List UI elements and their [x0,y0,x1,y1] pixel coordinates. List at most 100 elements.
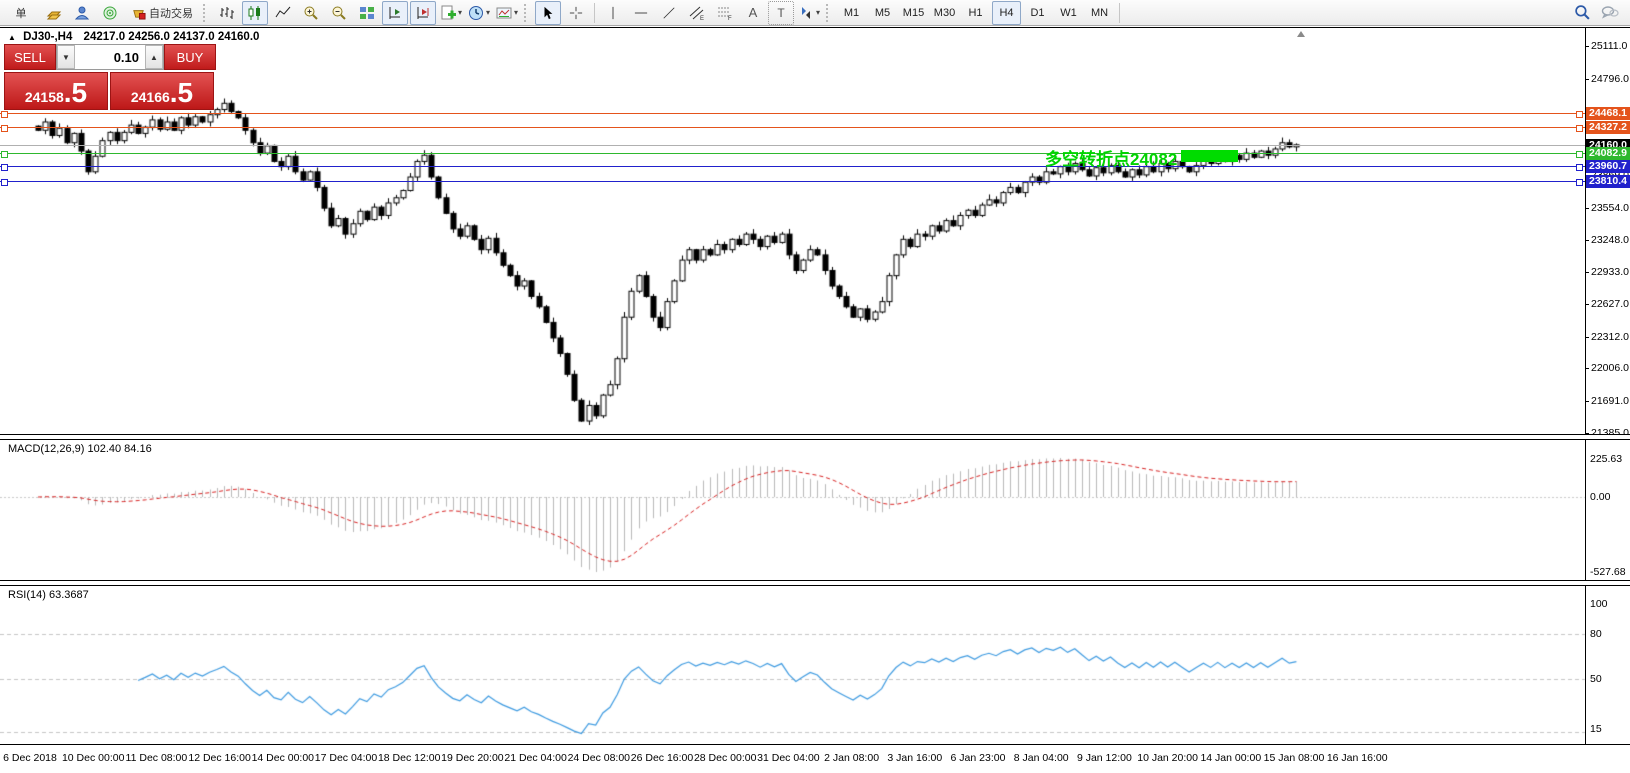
timeframe-w1[interactable]: W1 [1054,1,1083,25]
toolbar-drag-handle[interactable] [826,4,833,22]
candlestick-chart-button[interactable] [242,1,268,25]
search-button[interactable] [1569,1,1595,25]
signals-icon[interactable] [97,1,123,25]
timeframe-h4[interactable]: H4 [992,1,1021,25]
templates-button[interactable]: ▾ [494,1,520,25]
horizontal-line-24327.2[interactable] [0,127,1585,128]
rsi-canvas[interactable] [0,587,1586,744]
toolbar-drag-handle[interactable] [524,4,531,22]
horizontal-line-23810.4[interactable] [0,181,1585,182]
macd-axis-max: 225.63 [1590,453,1622,465]
line-handle-left[interactable] [1,125,8,132]
horizontal-line-tool[interactable] [628,1,654,25]
new-order-button[interactable]: 单 [3,1,39,25]
trendline-tool[interactable] [656,1,682,25]
timeframe-mn[interactable]: MN [1085,1,1114,25]
autotrading-button[interactable]: 自动交易 [125,1,199,25]
text-tool[interactable]: A [740,1,766,25]
price-tick-label: 22006.0 [1591,362,1629,374]
chevron-down-icon: ▾ [514,8,518,17]
community-icon[interactable] [69,1,95,25]
person-icon [74,5,90,21]
line-chart-icon [275,5,291,21]
indicators-button[interactable]: ▾ [438,1,464,25]
buy-button[interactable]: BUY [164,44,216,70]
timeframe-m30[interactable]: M30 [930,1,959,25]
line-handle-left[interactable] [1,179,8,186]
line-handle-right[interactable] [1576,164,1583,171]
price-line-label: 24468.1 [1586,107,1630,120]
candlestick-icon [247,5,263,21]
time-axis-label: 31 Dec 04:00 [757,752,819,764]
auto-scroll-button[interactable] [382,1,408,25]
gold-bar-icon [46,5,62,21]
chart-shift-button[interactable] [410,1,436,25]
horizontal-line-24468.1[interactable] [0,113,1585,114]
equidistant-channel-tool[interactable]: E [684,1,710,25]
line-handle-left[interactable] [1,164,8,171]
annotation[interactable]: 多空转折点24082 [1045,145,1238,170]
text-label-tool[interactable]: T [768,1,794,25]
time-axis-label: 6 Jan 23:00 [951,752,1006,764]
price-tick-label: 22627.0 [1591,298,1629,310]
cursor-button[interactable] [535,1,561,25]
price-tick-mark [1585,208,1589,209]
line-handle-left[interactable] [1,111,8,118]
periods-button[interactable]: ▾ [466,1,492,25]
timeframe-m5[interactable]: M5 [868,1,897,25]
sell-button[interactable]: SELL [4,44,56,70]
price-line-label: 23960.7 [1586,160,1630,173]
line-handle-right[interactable] [1576,111,1583,118]
zoom-out-button[interactable] [326,1,352,25]
volume-stepper: ▼ ▲ [56,44,164,70]
market-icon[interactable] [41,1,67,25]
line-handle-right[interactable] [1576,151,1583,158]
fibonacci-tool[interactable]: F [712,1,738,25]
price-tick-label: 22312.0 [1591,331,1629,343]
pane-separator-macd[interactable] [0,434,1630,440]
bar-chart-button[interactable] [214,1,240,25]
timeframe-m15[interactable]: M15 [899,1,928,25]
line-handle-right[interactable] [1576,179,1583,186]
fibonacci-icon: F [717,5,733,21]
vertical-line-tool[interactable] [600,1,626,25]
collapse-panel-icon[interactable]: ▲ [8,33,16,42]
arrows-tool[interactable]: ▾ [796,1,822,25]
crosshair-button[interactable] [563,1,589,25]
volume-increase-button[interactable]: ▲ [145,45,163,69]
ohlc-values: 24217.0 24256.0 24137.0 24160.0 [84,31,260,43]
zoom-in-button[interactable] [298,1,324,25]
toolbar-separator [1119,3,1120,23]
line-handle-left[interactable] [1,151,8,158]
volume-input[interactable] [75,45,145,69]
buy-price-box[interactable]: 24166 .5 [110,72,214,110]
chart-shift-marker[interactable] [1297,31,1305,37]
price-tick-mark [1585,401,1589,402]
timeframe-m1[interactable]: M1 [837,1,866,25]
toolbar-drag-handle[interactable] [203,4,210,22]
time-axis-label: 6 Dec 2018 [3,752,57,764]
time-axis-label: 21 Dec 04:00 [504,752,566,764]
timeframe-d1[interactable]: D1 [1023,1,1052,25]
macd-axis-min: -527.68 [1590,566,1626,578]
volume-decrease-button[interactable]: ▼ [57,45,75,69]
vertical-line-icon [606,6,620,20]
line-chart-button[interactable] [270,1,296,25]
main-chart-canvas[interactable] [0,28,1586,434]
cursor-icon [541,6,555,20]
price-tick-mark [1585,272,1589,273]
timeframe-h1[interactable]: H1 [961,1,990,25]
line-handle-right[interactable] [1576,125,1583,132]
chat-icon [1601,5,1619,21]
pane-separator-rsi[interactable] [0,580,1630,586]
toolbar: 单 自动交易 [0,0,1630,26]
tile-windows-button[interactable] [354,1,380,25]
annotation-highlight-box[interactable] [1181,150,1238,162]
chat-button[interactable] [1597,1,1623,25]
horizontal-line-23960.7[interactable] [0,166,1585,167]
price-tick-label: 24796.0 [1591,73,1629,85]
sell-price-box[interactable]: 24158 .5 [4,72,108,110]
annotation-text[interactable]: 多空转折点24082 [1045,145,1177,170]
horizontal-line-24082.9[interactable] [0,153,1585,154]
macd-canvas[interactable] [0,441,1586,578]
